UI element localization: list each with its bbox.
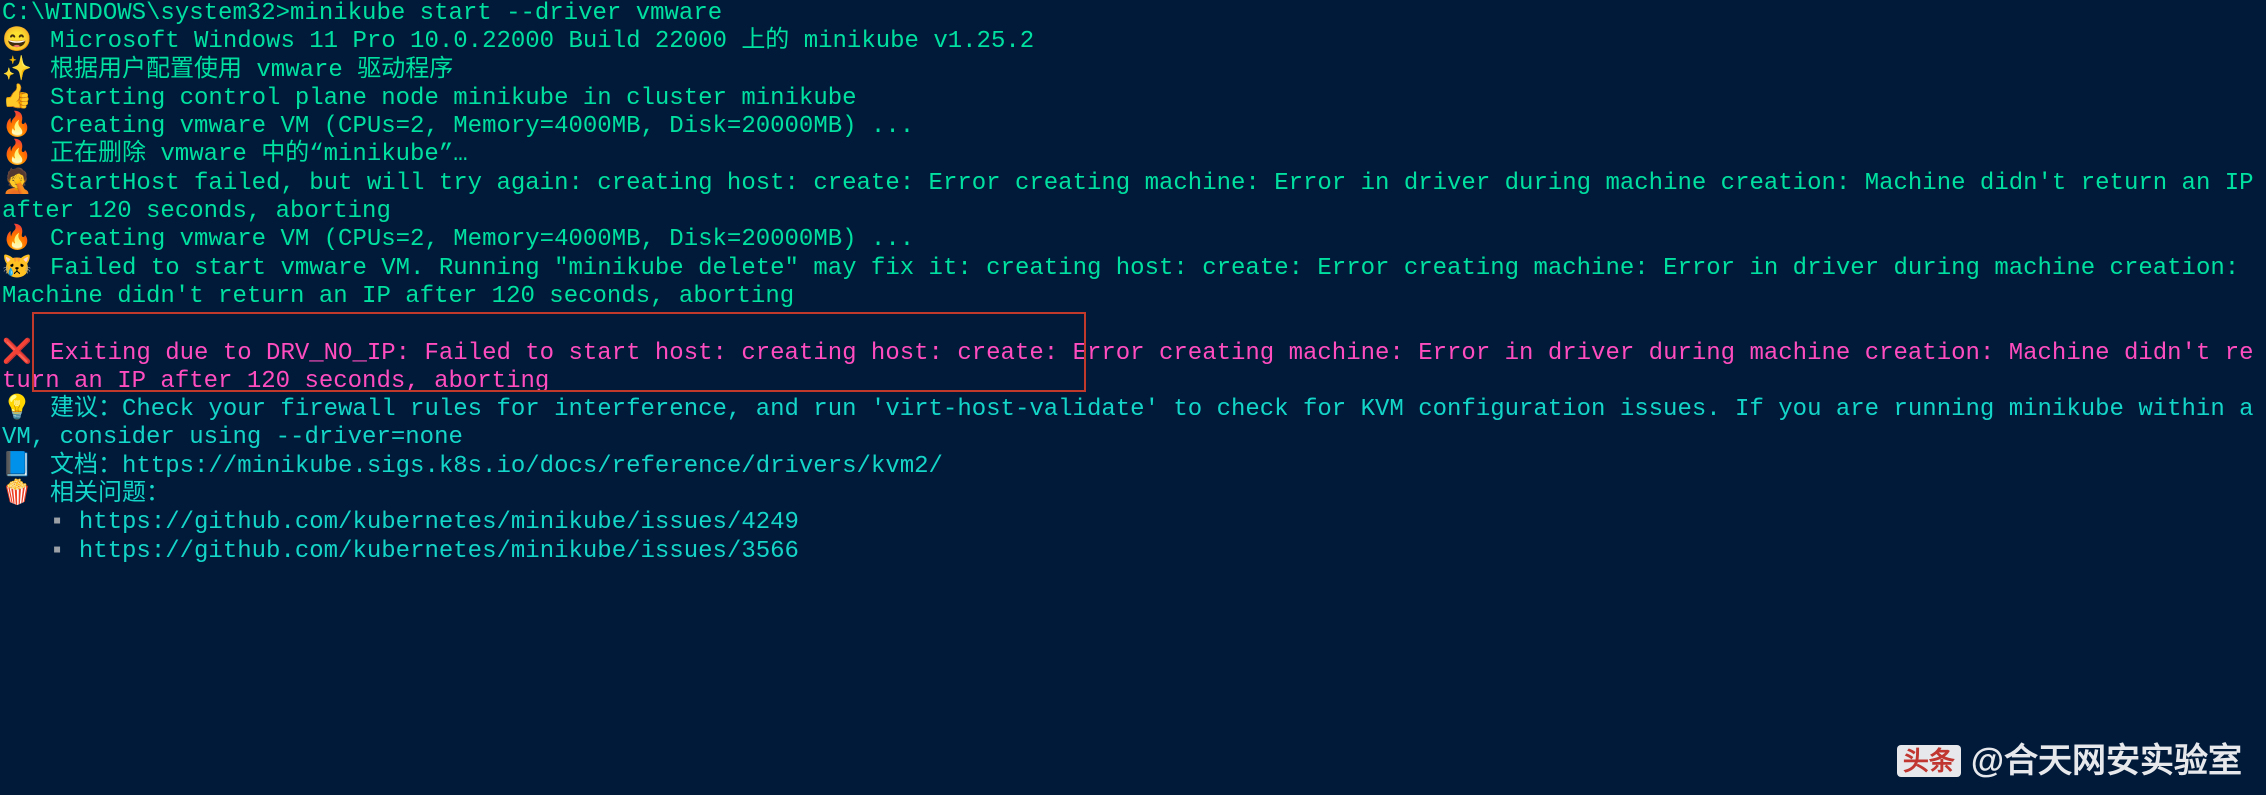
line-text: Creating vmware VM (CPUs=2, Memory=4000M… (50, 226, 914, 253)
issue-url: https://github.com/kubernetes/minikube/i… (79, 509, 799, 536)
line-emoji-icon: 📘 (2, 453, 50, 481)
line-text: Starting control plane node minikube in … (50, 85, 857, 112)
line-text: 文档：https://minikube.sigs.k8s.io/docs/ref… (50, 453, 943, 480)
bullet-icon: ▪ (50, 538, 79, 565)
line-emoji-icon: 😄 (2, 28, 50, 56)
line-emoji-icon: ❌ (2, 340, 50, 368)
output-line: 🤦StartHost failed, but will try again: c… (2, 170, 2266, 227)
output-line (2, 311, 2266, 339)
line-emoji-icon: 🍿 (2, 481, 50, 509)
bullet-icon: ▪ (50, 509, 79, 536)
output-line: 😄Microsoft Windows 11 Pro 10.0.22000 Bui… (2, 28, 2266, 56)
output-line: 🔥Creating vmware VM (CPUs=2, Memory=4000… (2, 113, 2266, 141)
line-emoji-icon: ✨ (2, 57, 50, 85)
line-emoji-icon: 💡 (2, 396, 50, 424)
output-line: 😿Failed to start vmware VM. Running "min… (2, 255, 2266, 312)
output-line: 💡建议：Check your firewall rules for interf… (2, 396, 2266, 453)
line-text: StartHost failed, but will try again: cr… (2, 170, 2266, 225)
line-emoji-icon: 👍 (2, 85, 50, 113)
output-line: 🔥正在删除 vmware 中的“minikube”… (2, 141, 2266, 169)
line-emoji-icon: 😿 (2, 255, 50, 283)
output-line: 👍Starting control plane node minikube in… (2, 85, 2266, 113)
line-emoji-icon: 🤦 (2, 170, 50, 198)
issue-url: https://github.com/kubernetes/minikube/i… (79, 538, 799, 565)
prompt-command: minikube start --driver vmware (290, 0, 722, 27)
line-text: Microsoft Windows 11 Pro 10.0.22000 Buil… (50, 28, 1034, 55)
line-text: 正在删除 vmware 中的“minikube”… (50, 141, 468, 168)
output-line: ❌Exiting due to DRV_NO_IP: Failed to sta… (2, 340, 2266, 397)
output-line: 📘文档：https://minikube.sigs.k8s.io/docs/re… (2, 453, 2266, 481)
related-issue-line: ▪ https://github.com/kubernetes/minikube… (2, 509, 2266, 537)
watermark: 头条 @合天网安实验室 (1897, 745, 2242, 777)
line-emoji-icon: 🔥 (2, 113, 50, 141)
watermark-text: @合天网安实验室 (1971, 747, 2242, 775)
line-text: Exiting due to DRV_NO_IP: Failed to star… (2, 340, 2254, 395)
line-text: 相关问题： (50, 481, 170, 508)
line-text: Creating vmware VM (CPUs=2, Memory=4000M… (50, 113, 914, 140)
output-line: ✨根据用户配置使用 vmware 驱动程序 (2, 57, 2266, 85)
line-text: 建议：Check your firewall rules for interfe… (2, 396, 2266, 451)
output-line: 🔥Creating vmware VM (CPUs=2, Memory=4000… (2, 226, 2266, 254)
watermark-logo: 头条 (1897, 745, 1961, 777)
line-text: Failed to start vmware VM. Running "mini… (2, 255, 2254, 310)
prompt-line: C:\WINDOWS\system32>minikube start --dri… (2, 0, 2266, 28)
related-issue-line: ▪ https://github.com/kubernetes/minikube… (2, 538, 2266, 566)
output-line: 🍿相关问题： (2, 481, 2266, 509)
line-emoji-icon: 🔥 (2, 226, 50, 254)
prompt-path: C:\WINDOWS\system32> (2, 0, 290, 27)
terminal-output: C:\WINDOWS\system32>minikube start --dri… (0, 0, 2266, 566)
line-text: 根据用户配置使用 vmware 驱动程序 (50, 57, 453, 84)
line-emoji-icon: 🔥 (2, 141, 50, 169)
